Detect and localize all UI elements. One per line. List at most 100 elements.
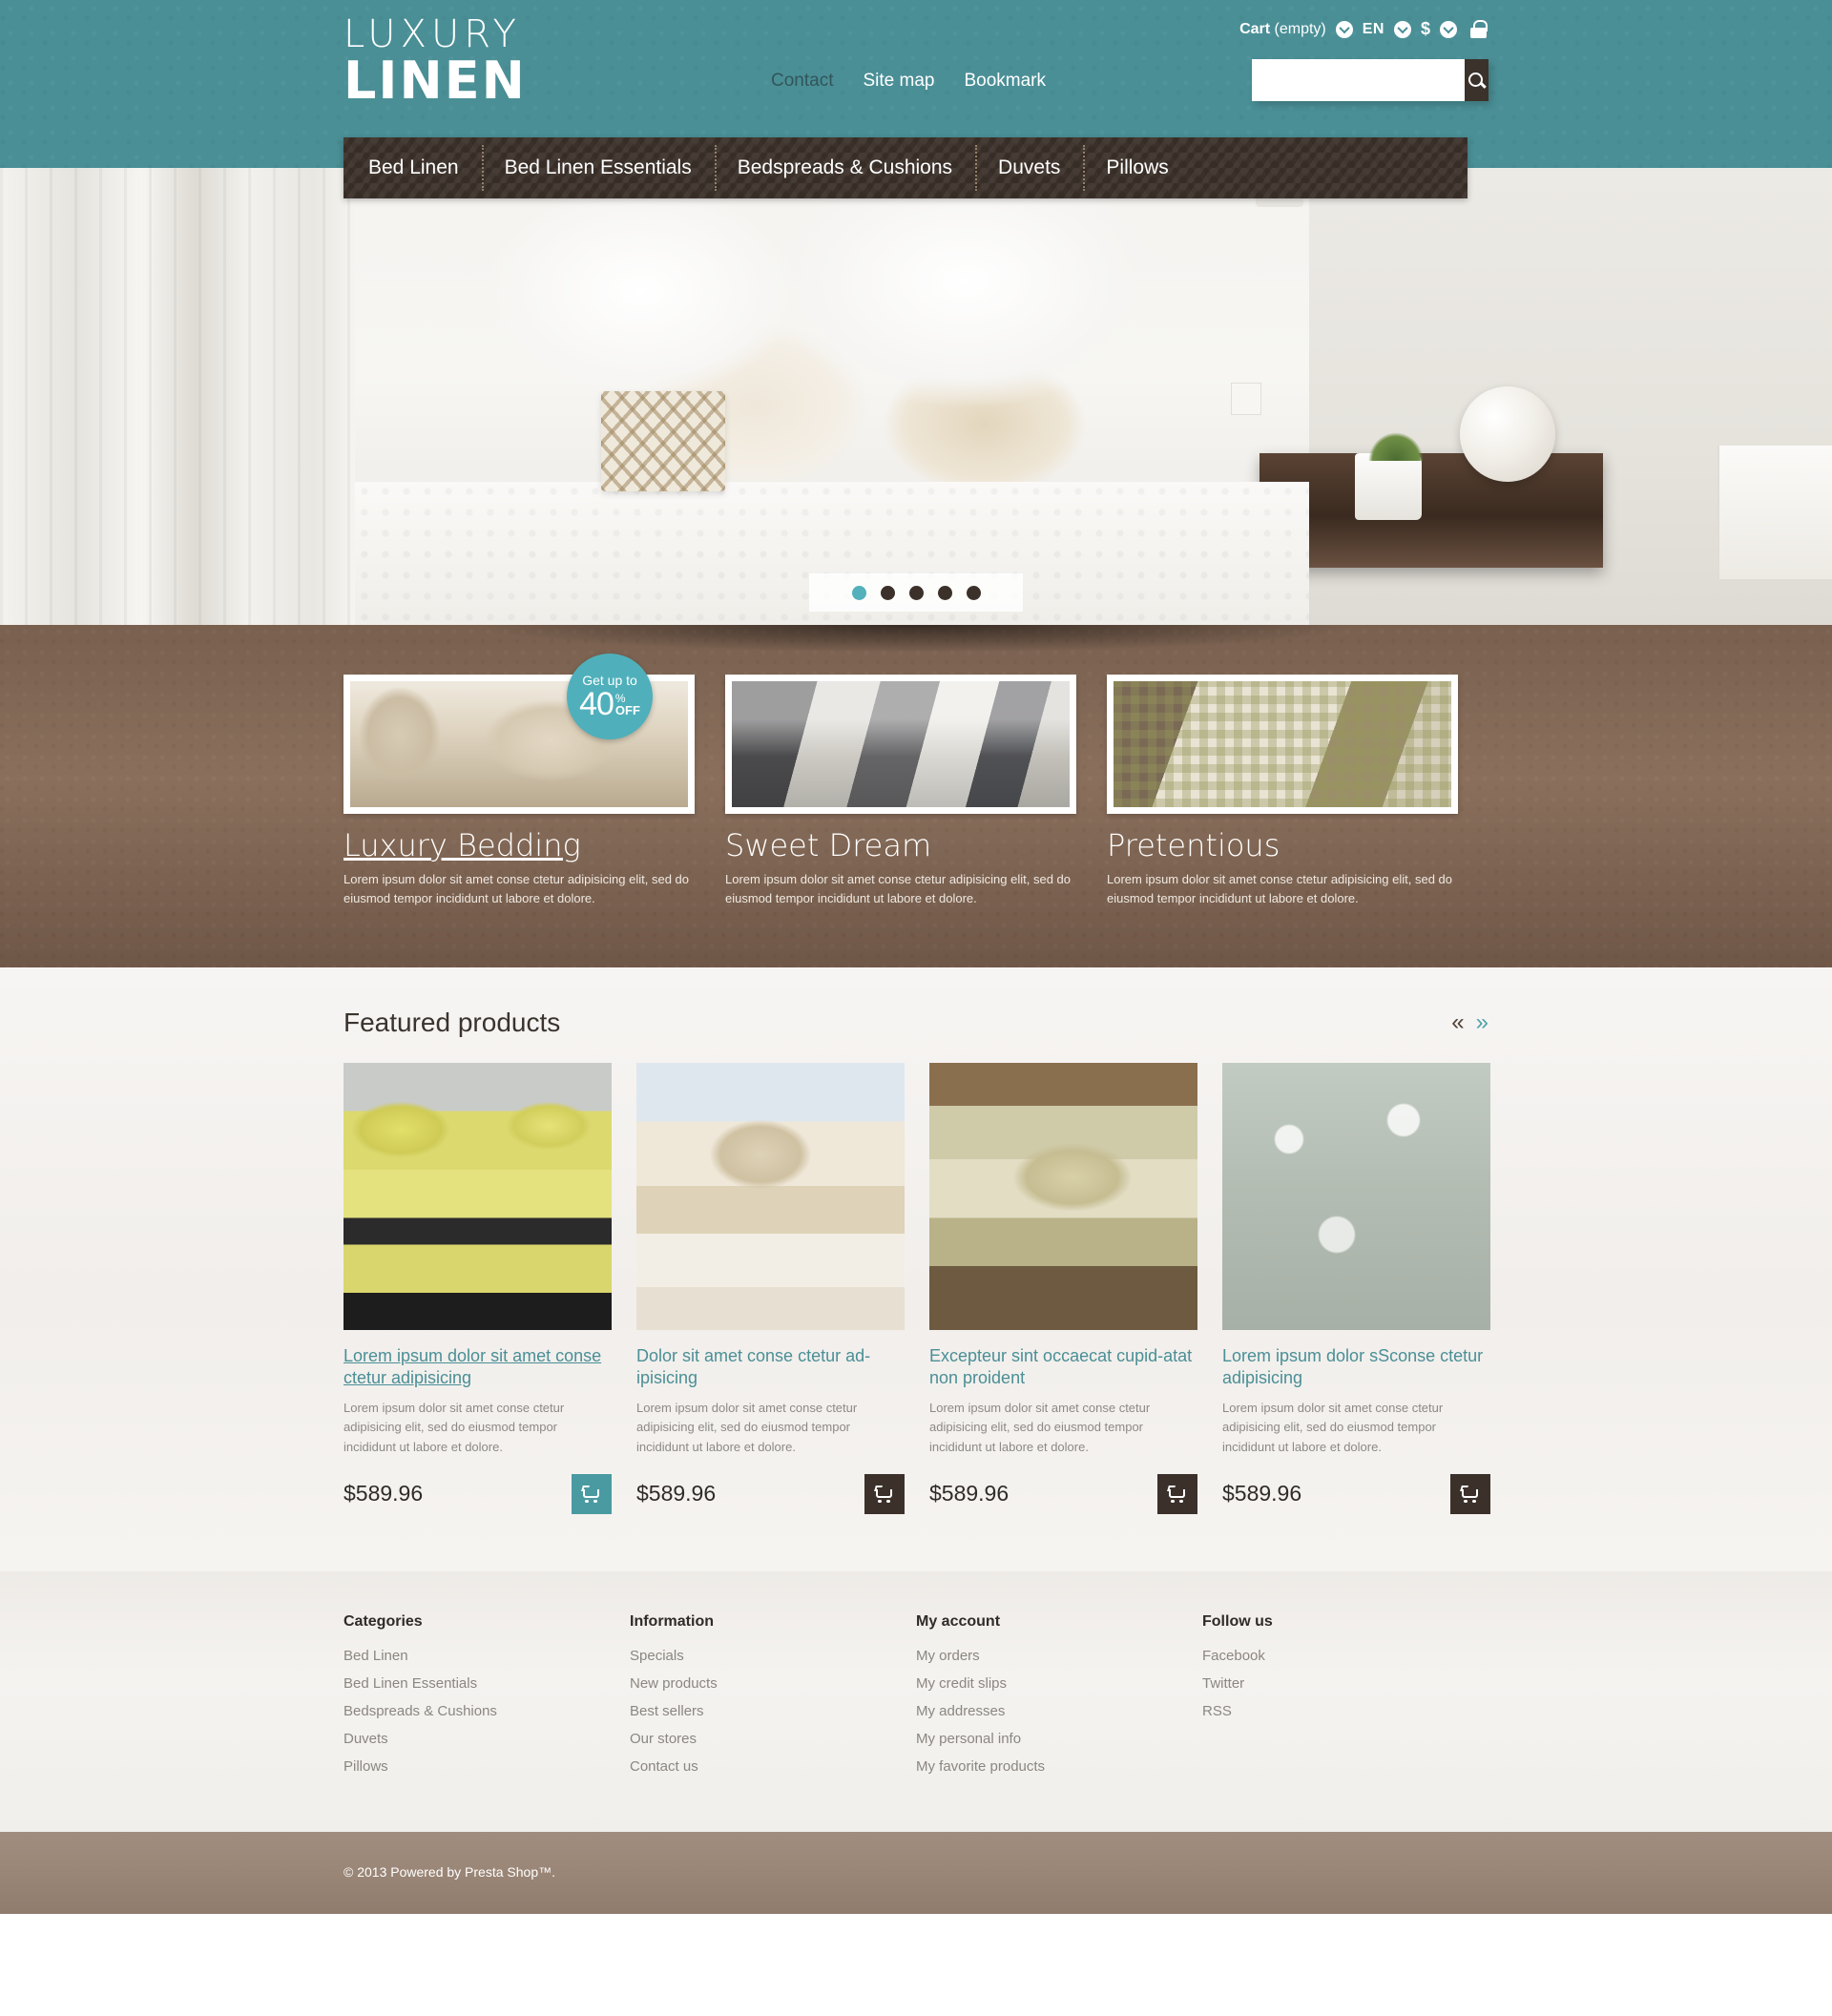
- hero-dot-3[interactable]: [908, 585, 924, 600]
- product-image[interactable]: [1222, 1063, 1490, 1331]
- main-menu: Bed Linen Bed Linen Essentials Bedspread…: [344, 137, 1468, 198]
- footer-link[interactable]: RSS: [1202, 1703, 1488, 1719]
- footer-link[interactable]: My addresses: [916, 1703, 1202, 1719]
- promo-section: Get up to 40 % OFF Luxury Bedding Lorem …: [0, 625, 1832, 967]
- product-name[interactable]: Dolor sit amet conse ctetur ad-ipisicing: [636, 1345, 905, 1389]
- product-card: Lorem ipsum dolor sSconse ctetur adipisi…: [1222, 1063, 1490, 1514]
- cart-label[interactable]: Cart (empty): [1239, 21, 1326, 38]
- logo-line-1: LUXURY: [344, 12, 521, 56]
- search-input[interactable]: [1252, 59, 1465, 101]
- footer-link[interactable]: Facebook: [1202, 1648, 1488, 1664]
- footer-link[interactable]: Bed Linen: [344, 1648, 630, 1664]
- footer-link[interactable]: My personal info: [916, 1731, 1202, 1747]
- footer-heading: Follow us: [1202, 1612, 1273, 1630]
- shopping-cart-icon: [1460, 1486, 1480, 1504]
- footer-inner: Categories Bed Linen Bed Linen Essential…: [344, 1613, 1488, 1786]
- footer-link[interactable]: Our stores: [630, 1731, 916, 1747]
- hero-dot-2[interactable]: [880, 585, 895, 600]
- product-description: Lorem ipsum dolor sit amet conse ctetur …: [929, 1401, 1151, 1454]
- footer-link[interactable]: Pillows: [344, 1758, 630, 1775]
- promo-text-1: Lorem ipsum dolor sit amet conse ctetur …: [344, 872, 690, 906]
- footer-link[interactable]: New products: [630, 1675, 916, 1692]
- footer-link[interactable]: Contact us: [630, 1758, 916, 1775]
- product-name[interactable]: Excepteur sint occaecat cupid-atat non p…: [929, 1345, 1197, 1389]
- product-price: $589.96: [636, 1481, 717, 1507]
- cart-chevron-down-icon[interactable]: [1335, 20, 1353, 38]
- product-price: $589.96: [929, 1481, 1010, 1507]
- product-description: Lorem ipsum dolor sit amet conse ctetur …: [1222, 1401, 1444, 1454]
- product-footer: $589.96: [929, 1473, 1197, 1514]
- footer-link[interactable]: Bed Linen Essentials: [344, 1675, 630, 1692]
- carousel-prev-icon[interactable]: «: [1451, 1011, 1464, 1034]
- promo-inner: Get up to 40 % OFF Luxury Bedding Lorem …: [344, 654, 1488, 908]
- promo-title-2[interactable]: Sweet Dream: [725, 827, 1076, 863]
- cart-label-rest: (empty): [1270, 20, 1326, 37]
- promo-image-frame[interactable]: [1107, 675, 1458, 814]
- add-to-cart-button[interactable]: [572, 1473, 612, 1514]
- product-name[interactable]: Lorem ipsum dolor sit amet conse ctetur …: [344, 1345, 612, 1389]
- hero-dot-5[interactable]: [966, 585, 981, 600]
- product-name[interactable]: Lorem ipsum dolor sSconse ctetur adipisi…: [1222, 1345, 1490, 1389]
- footer-link[interactable]: My favorite products: [916, 1758, 1202, 1775]
- hero-lamp: [1460, 386, 1555, 482]
- language-label[interactable]: EN: [1363, 21, 1384, 38]
- add-to-cart-button[interactable]: [1157, 1473, 1197, 1514]
- footer-column-my-account: My account My orders My credit slips My …: [916, 1613, 1202, 1786]
- page-root: LUXURY LINEN Contact Site map Bookmark C…: [0, 0, 1832, 1914]
- featured-header: Featured products « »: [344, 1008, 1488, 1038]
- currency-chevron-down-icon[interactable]: [1440, 20, 1457, 38]
- topnav-contact[interactable]: Contact: [771, 71, 833, 92]
- site-footer: Categories Bed Linen Bed Linen Essential…: [0, 1570, 1832, 1832]
- promo-image-frame[interactable]: [725, 675, 1076, 814]
- search-icon: [1468, 72, 1485, 89]
- topnav-bookmark[interactable]: Bookmark: [964, 71, 1046, 92]
- menu-item-pillows[interactable]: Pillows: [1083, 145, 1191, 191]
- footer-column-follow-us: Follow us Facebook Twitter RSS: [1202, 1613, 1488, 1786]
- product-footer: $589.96: [1222, 1473, 1490, 1514]
- hero-light-switch: [1231, 383, 1261, 415]
- hero-plant: [1368, 432, 1424, 461]
- add-to-cart-button[interactable]: [1450, 1473, 1490, 1514]
- footer-link[interactable]: Best sellers: [630, 1703, 916, 1719]
- product-card: Excepteur sint occaecat cupid-atat non p…: [929, 1063, 1197, 1514]
- site-logo[interactable]: LUXURY LINEN: [344, 15, 527, 107]
- hero-dot-1[interactable]: [851, 585, 866, 600]
- site-header: LUXURY LINEN Contact Site map Bookmark C…: [0, 0, 1832, 198]
- product-footer: $589.96: [344, 1473, 612, 1514]
- footer-link[interactable]: Duvets: [344, 1731, 630, 1747]
- footer-column-information: Information Specials New products Best s…: [630, 1613, 916, 1786]
- hero-dot-4[interactable]: [937, 585, 952, 600]
- promo-image-frame[interactable]: Get up to 40 % OFF: [344, 654, 695, 814]
- product-image[interactable]: [344, 1063, 612, 1331]
- hero-nightstand: [1260, 453, 1603, 568]
- footer-link[interactable]: Bedspreads & Cushions: [344, 1703, 630, 1719]
- menu-item-bed-linen[interactable]: Bed Linen: [368, 156, 482, 179]
- promo-title-1[interactable]: Luxury Bedding: [344, 827, 695, 863]
- promo-block-pretentious: Pretentious Lorem ipsum dolor sit amet c…: [1107, 675, 1458, 908]
- badge-off: OFF: [614, 702, 640, 717]
- topnav-sitemap[interactable]: Site map: [863, 71, 934, 92]
- product-image[interactable]: [929, 1063, 1197, 1331]
- promo-title-3[interactable]: Pretentious: [1107, 827, 1458, 863]
- footer-link[interactable]: Twitter: [1202, 1675, 1488, 1692]
- language-chevron-down-icon[interactable]: [1393, 20, 1411, 38]
- search-button[interactable]: [1465, 59, 1488, 101]
- product-image[interactable]: [636, 1063, 905, 1331]
- add-to-cart-button[interactable]: [864, 1473, 905, 1514]
- promo-text-3: Lorem ipsum dolor sit amet conse ctetur …: [1107, 872, 1453, 906]
- menu-item-bed-linen-essentials[interactable]: Bed Linen Essentials: [481, 145, 715, 191]
- menu-item-bedspreads-cushions[interactable]: Bedspreads & Cushions: [714, 145, 975, 191]
- currency-label[interactable]: $: [1421, 19, 1430, 39]
- copyright-inner: © 2013 Powered by Presta Shop™.: [344, 1864, 1488, 1881]
- featured-inner: Featured products « » Lorem ipsum dolor …: [344, 1008, 1490, 1514]
- footer-heading: Categories: [344, 1612, 423, 1630]
- product-description: Lorem ipsum dolor sit amet conse ctetur …: [344, 1401, 565, 1454]
- badge-suffix: % OFF: [615, 693, 640, 717]
- lock-icon[interactable]: [1470, 20, 1488, 38]
- carousel-next-icon[interactable]: »: [1476, 1011, 1488, 1034]
- menu-item-duvets[interactable]: Duvets: [975, 145, 1083, 191]
- promo-block-sweet-dream: Sweet Dream Lorem ipsum dolor sit amet c…: [725, 675, 1076, 908]
- footer-link[interactable]: Specials: [630, 1648, 916, 1664]
- footer-link[interactable]: My credit slips: [916, 1675, 1202, 1692]
- footer-link[interactable]: My orders: [916, 1648, 1202, 1664]
